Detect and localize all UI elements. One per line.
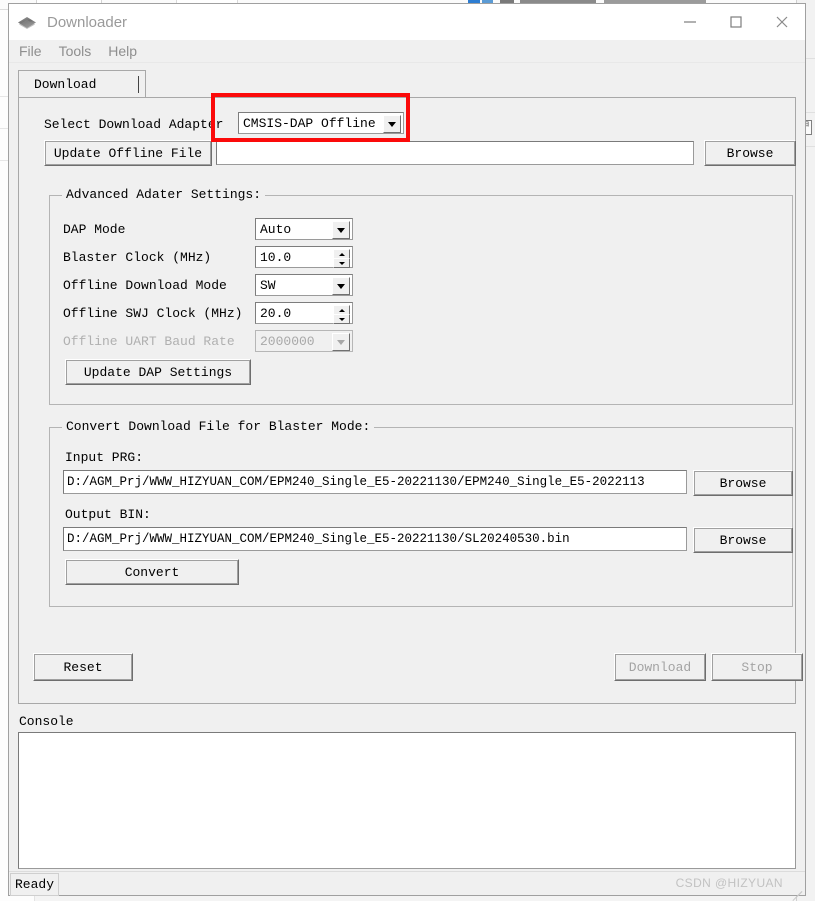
dap-mode-select[interactable]: Auto	[255, 218, 353, 240]
blaster-clock-label: Blaster Clock (MHz)	[63, 250, 212, 265]
download-button[interactable]: Download	[614, 653, 706, 681]
offline-download-mode-select[interactable]: SW	[255, 274, 353, 296]
status-bar: Ready CSDN @HIZYUAN	[9, 871, 805, 901]
convert-title: Convert Download File for Blaster Mode:	[62, 419, 375, 434]
menu-bar: File Tools Help	[9, 40, 805, 63]
stop-button[interactable]: Stop	[711, 653, 803, 681]
download-button-label: Download	[628, 659, 692, 675]
offline-uart-baud-rate-value: 2000000	[260, 333, 315, 349]
advanced-settings-title: Advanced Adater Settings:	[62, 187, 266, 202]
window-controls	[667, 4, 805, 40]
update-offline-file-label: Update Offline File	[53, 145, 203, 161]
app-diamond-icon	[17, 11, 39, 33]
menu-item-tools[interactable]: Tools	[59, 43, 92, 59]
update-offline-file-button[interactable]: Update Offline File	[44, 140, 212, 166]
minimize-icon[interactable]	[667, 4, 713, 40]
offline-file-input[interactable]	[216, 141, 694, 165]
input-prg-label: Input PRG:	[65, 450, 144, 465]
offline-file-browse-button[interactable]: Browse	[704, 140, 796, 166]
offline-uart-baud-rate-select: 2000000	[255, 330, 353, 352]
stepper-down-icon[interactable]	[333, 314, 350, 324]
window-title: Downloader	[47, 13, 128, 31]
dap-mode-value: Auto	[260, 221, 292, 237]
offline-download-mode-label: Offline Download Mode	[63, 278, 227, 293]
adapter-select-value: CMSIS-DAP Offline	[243, 115, 376, 131]
chevron-down-icon[interactable]	[332, 221, 350, 239]
tab-download-label: Download	[34, 76, 97, 92]
offline-swj-clock-stepper[interactable]: 20.0	[255, 302, 353, 324]
update-dap-settings-label: Update DAP Settings	[83, 364, 233, 380]
tab-caret	[138, 76, 139, 93]
status-text: Ready	[10, 873, 60, 896]
close-icon[interactable]	[759, 4, 805, 40]
offline-file-browse-label: Browse	[726, 145, 774, 161]
output-bin-field[interactable]: D:/AGM_Prj/WWW_HIZYUAN_COM/EPM240_Single…	[63, 527, 687, 551]
input-prg-field[interactable]: D:/AGM_Prj/WWW_HIZYUAN_COM/EPM240_Single…	[63, 470, 687, 494]
update-dap-settings-button[interactable]: Update DAP Settings	[65, 359, 251, 385]
chevron-down-icon[interactable]	[383, 115, 401, 133]
tab-strip: Download	[18, 70, 805, 97]
chevron-down-icon	[332, 333, 350, 351]
convert-button-label: Convert	[124, 564, 180, 580]
output-bin-browse-button[interactable]: Browse	[693, 527, 793, 553]
reset-button[interactable]: Reset	[33, 653, 133, 681]
tab-download[interactable]: Download	[18, 70, 146, 97]
adapter-select[interactable]: CMSIS-DAP Offline	[238, 112, 404, 134]
maximize-icon[interactable]	[713, 4, 759, 40]
input-prg-browse-button[interactable]: Browse	[693, 470, 793, 496]
offline-uart-baud-rate-label: Offline UART Baud Rate	[63, 334, 235, 349]
adapter-row: Select Download Adapter	[44, 113, 223, 135]
console-output[interactable]	[18, 732, 796, 869]
chevron-down-icon[interactable]	[332, 277, 350, 295]
dap-mode-label: DAP Mode	[63, 222, 126, 237]
menu-item-help[interactable]: Help	[108, 43, 137, 59]
adapter-label: Select Download Adapter	[44, 116, 224, 132]
blaster-clock-stepper[interactable]: 10.0	[255, 246, 353, 268]
input-prg-browse-label: Browse	[719, 475, 767, 491]
output-bin-label: Output BIN:	[65, 507, 151, 522]
menu-item-file[interactable]: File	[19, 43, 42, 59]
watermark-text: CSDN @HIZYUAN	[675, 876, 783, 890]
title-bar: Downloader	[9, 4, 805, 40]
blaster-clock-value: 10.0	[260, 249, 292, 265]
download-tab-panel: Select Download Adapter CMSIS-DAP Offlin…	[18, 97, 803, 704]
resize-grip-icon[interactable]	[788, 879, 803, 901]
console-label: Console	[19, 714, 74, 729]
downloader-window: Downloader File Tools Help Download Sele…	[8, 3, 806, 901]
stepper-down-icon[interactable]	[333, 258, 350, 268]
offline-download-mode-value: SW	[260, 277, 276, 293]
convert-button[interactable]: Convert	[65, 559, 239, 585]
stop-button-label: Stop	[741, 659, 773, 675]
offline-swj-clock-label: Offline SWJ Clock (MHz)	[63, 306, 243, 321]
reset-button-label: Reset	[63, 659, 103, 675]
output-bin-browse-label: Browse	[719, 532, 767, 548]
offline-swj-clock-value: 20.0	[260, 305, 292, 321]
